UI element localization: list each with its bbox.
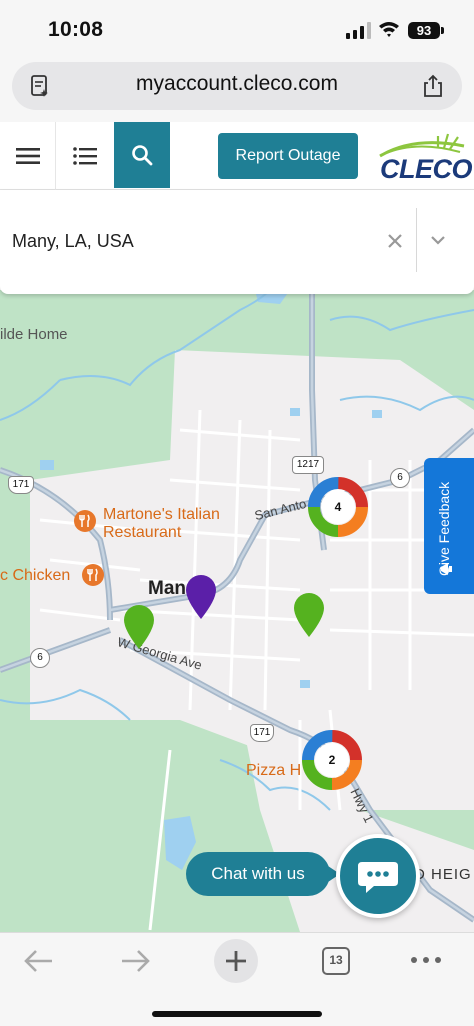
plus-icon (226, 951, 246, 971)
location-select[interactable]: Many, LA, USA (0, 190, 474, 294)
browser-toolbar: 13 (0, 932, 474, 1026)
chat-prompt[interactable]: Chat with us (186, 852, 340, 896)
route-shield: 6 (30, 648, 50, 668)
route-shield: 171 (8, 476, 34, 494)
forward-arrow-icon[interactable] (120, 947, 152, 975)
menu-button[interactable] (0, 122, 56, 190)
divider (416, 208, 417, 272)
poi-label-chicken: c Chicken (0, 567, 71, 584)
browser-address-area: myaccount.cleco.com (0, 60, 474, 122)
map-base-layer (0, 290, 474, 932)
route-shield: 171 (250, 724, 274, 742)
place-label: ilde Home (0, 326, 68, 343)
search-icon (132, 145, 153, 166)
location-value[interactable]: Many, LA, USA (12, 231, 134, 252)
status-bar: 10:08 93 (0, 0, 474, 60)
report-outage-button[interactable]: Report Outage (218, 133, 358, 179)
list-icon (73, 147, 97, 165)
chat-button[interactable] (336, 834, 420, 918)
megaphone-icon (441, 563, 452, 575)
wifi-icon (379, 22, 399, 37)
outage-cluster[interactable]: 2 (300, 728, 364, 792)
cluster-count: 2 (328, 753, 336, 767)
status-time: 10:08 (48, 18, 104, 41)
restaurant-icon (82, 564, 104, 586)
tabs-button[interactable]: 13 (322, 947, 350, 975)
list-view-button[interactable] (57, 122, 113, 190)
restaurant-icon (74, 510, 96, 532)
outage-cluster[interactable]: 4 (306, 475, 370, 539)
route-shield: 6 (390, 468, 410, 488)
poi-label-restaurant-line1: Martone's Italian (103, 506, 220, 523)
battery-indicator: 93 (408, 22, 444, 39)
place-label-heights: D HEIG (414, 866, 472, 883)
outage-pin[interactable] (122, 604, 156, 650)
outage-pin[interactable] (292, 592, 326, 638)
give-feedback-tab[interactable]: Give Feedback (424, 458, 474, 594)
back-arrow-icon[interactable] (22, 947, 54, 975)
cluster-count: 4 (334, 500, 342, 514)
hamburger-icon (15, 148, 40, 164)
outage-map[interactable]: ilde Home Martone's Italian Restaurant c… (0, 290, 474, 932)
town-label: Man (148, 578, 186, 599)
cellular-signal-icon (346, 22, 371, 39)
clear-icon[interactable] (384, 230, 406, 252)
chat-icon (358, 862, 398, 893)
logo-text: CLECO (380, 154, 473, 184)
poi-label-restaurant-line2: Restaurant (103, 524, 182, 541)
route-shield: 1217 (292, 456, 324, 474)
outage-pin[interactable] (184, 574, 218, 620)
new-tab-button[interactable] (214, 939, 258, 983)
url-text[interactable]: myaccount.cleco.com (0, 72, 474, 96)
more-icon[interactable] (410, 955, 442, 965)
cleco-logo[interactable]: CLECO (374, 132, 473, 184)
home-indicator (152, 1011, 322, 1017)
poi-label-pizza: Pizza H (246, 762, 302, 779)
search-button[interactable] (114, 122, 170, 188)
chevron-down-icon[interactable] (428, 230, 448, 250)
app-header: Report Outage CLECO (0, 122, 474, 190)
